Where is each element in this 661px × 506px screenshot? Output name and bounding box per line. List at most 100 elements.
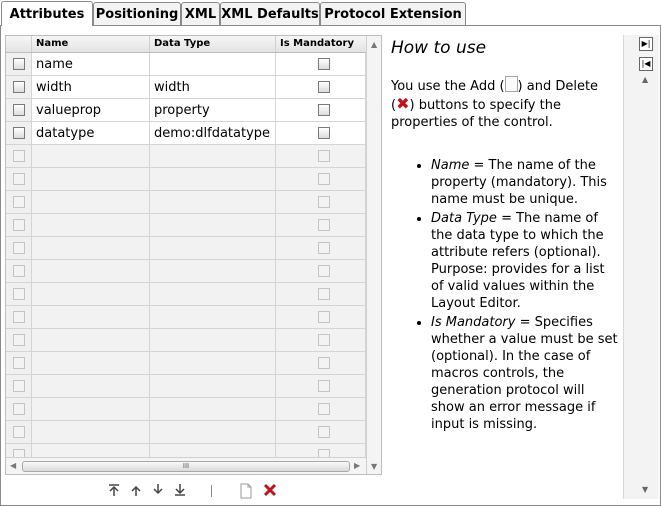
is-mandatory-checkbox [318,173,330,185]
tab-bar: Attributes Positioning XML XML Defaults … [0,0,661,26]
scroll-down-icon[interactable]: ▼ [642,485,648,494]
collapse-help-icon[interactable]: |◀ [639,57,653,71]
row-select-checkbox [13,426,25,438]
table-row[interactable]: valueprop property [6,99,366,122]
empty-table-row [6,237,366,260]
row-select-checkbox[interactable] [13,58,25,70]
grid-rows: name width width valueprop property data… [6,53,366,467]
table-row[interactable]: datatype demo:dlfdatatype [6,122,366,145]
is-mandatory-checkbox[interactable] [318,104,330,116]
is-mandatory-checkbox [318,403,330,415]
empty-table-row [6,214,366,237]
is-mandatory-checkbox[interactable] [318,127,330,139]
expand-help-icon[interactable]: ▶| [639,37,653,51]
row-select-checkbox[interactable] [13,127,25,139]
empty-table-row [6,375,366,398]
is-mandatory-checkbox [318,242,330,254]
header-name[interactable]: Name [32,36,150,52]
name-cell[interactable]: valueprop [36,103,101,118]
is-mandatory-checkbox[interactable] [318,58,330,70]
horizontal-scrollbar[interactable]: ◀ III ▶ [6,457,366,474]
header-is-mandatory[interactable]: Is Mandatory [276,36,366,52]
header-select [6,36,32,52]
row-select-checkbox [13,219,25,231]
help-list: Name = The name of the property (mandato… [391,157,618,433]
grid-header: Name Data Type Is Mandatory [6,36,366,53]
is-mandatory-checkbox [318,380,330,392]
table-row[interactable]: width width [6,76,366,99]
move-down-icon[interactable] [149,483,167,501]
row-select-checkbox [13,357,25,369]
is-mandatory-checkbox [318,196,330,208]
scroll-right-icon[interactable]: ▶ [354,461,360,470]
scroll-left-icon[interactable]: ◀ [10,461,16,470]
list-item: Is Mandatory = Specifies whether a value… [431,314,618,433]
scroll-up-icon[interactable]: ▲ [371,40,377,49]
empty-table-row [6,421,366,444]
row-select-checkbox [13,380,25,392]
is-mandatory-checkbox [318,426,330,438]
help-side-strip: ▶| |◀ ▲ ▼ [623,35,659,499]
name-cell[interactable]: name [36,57,73,72]
toolbar-separator [211,485,212,497]
data-type-cell[interactable]: demo:dlfdatatype [154,126,270,141]
is-mandatory-checkbox [318,311,330,323]
row-select-checkbox [13,403,25,415]
is-mandatory-checkbox [318,288,330,300]
help-intro: You use the Add () and Delete (✖) button… [391,76,618,131]
is-mandatory-checkbox [318,219,330,231]
empty-table-row [6,283,366,306]
list-item: Data Type = The name of the data type to… [431,210,618,312]
name-cell[interactable]: datatype [36,126,94,141]
row-select-checkbox [13,150,25,162]
empty-table-row [6,168,366,191]
is-mandatory-checkbox [318,265,330,277]
name-cell[interactable]: width [36,80,72,95]
delete-x-icon[interactable] [261,483,279,501]
row-select-checkbox [13,242,25,254]
data-type-cell[interactable]: width [154,80,190,95]
row-select-checkbox [13,173,25,185]
tab-attributes[interactable]: Attributes [1,1,93,26]
empty-table-row [6,352,366,375]
help-title: How to use [391,38,487,58]
delete-x-icon: ✖ [396,94,410,113]
row-select-checkbox[interactable] [13,81,25,93]
list-item: Name = The name of the property (mandato… [431,157,618,208]
scroll-thumb[interactable]: III [22,461,350,472]
is-mandatory-checkbox [318,150,330,162]
empty-table-row [6,260,366,283]
attributes-grid: Name Data Type Is Mandatory name width w… [5,35,382,475]
is-mandatory-checkbox [318,357,330,369]
vertical-scrollbar[interactable]: ▲ ▼ [366,36,381,474]
move-top-icon[interactable] [105,483,123,501]
empty-table-row [6,329,366,352]
row-select-checkbox[interactable] [13,104,25,116]
new-document-icon [504,76,518,92]
empty-table-row [6,145,366,168]
move-bottom-icon[interactable] [171,483,189,501]
tab-xml[interactable]: XML [181,2,220,26]
row-select-checkbox [13,334,25,346]
help-panel: How to use You use the Add () and Delete… [387,35,622,499]
scroll-down-icon[interactable]: ▼ [371,462,377,471]
empty-table-row [6,191,366,214]
row-select-checkbox [13,265,25,277]
scroll-up-icon[interactable]: ▲ [642,75,648,84]
is-mandatory-checkbox [318,334,330,346]
row-select-checkbox [13,196,25,208]
tab-xml-defaults[interactable]: XML Defaults [220,2,320,26]
empty-table-row [6,398,366,421]
move-up-icon[interactable] [127,483,145,501]
header-data-type[interactable]: Data Type [150,36,276,52]
row-select-checkbox [13,311,25,323]
empty-table-row [6,306,366,329]
new-document-icon[interactable] [237,483,255,501]
row-select-checkbox [13,288,25,300]
tab-positioning[interactable]: Positioning [93,2,181,26]
is-mandatory-checkbox[interactable] [318,81,330,93]
data-type-cell[interactable]: property [154,103,210,118]
attributes-panel: Name Data Type Is Mandatory name width w… [0,26,661,506]
table-row[interactable]: name [6,53,366,76]
tab-protocol-extension[interactable]: Protocol Extension [320,2,466,26]
